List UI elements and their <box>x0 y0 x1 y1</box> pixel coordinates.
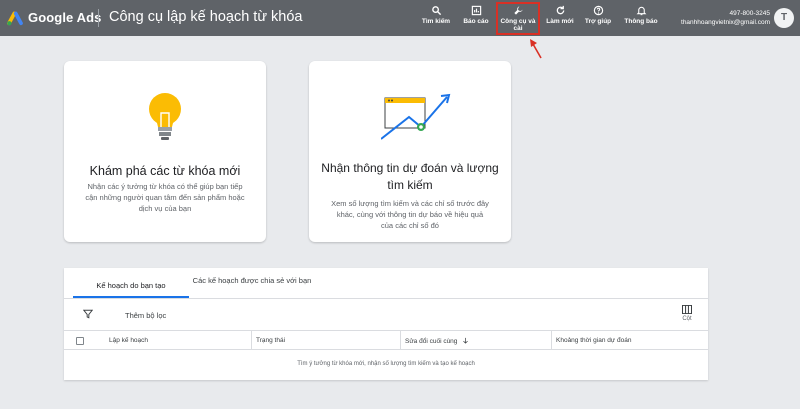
plans-panel: Kế hoạch do bạn tạo Các kế hoạch được ch… <box>64 268 708 380</box>
column-header-forecast-period[interactable]: Khoảng thời gian dự đoán <box>556 337 631 344</box>
columns-button[interactable]: Cột <box>681 304 693 322</box>
reports-icon <box>471 5 481 16</box>
forecast-volume-description: Xem số lượng tìm kiếm và các chỉ số trướ… <box>331 199 489 230</box>
account-info[interactable]: 497-800-3245 thanhhoangvietnix@gmail.com <box>681 9 770 27</box>
tab-my-plans[interactable]: Kế hoạch do bạn tạo <box>73 268 189 298</box>
table-header-row: Lập kế hoạch Trạng thái Sửa đổi cuối cùn… <box>64 330 708 350</box>
select-all-checkbox[interactable] <box>76 337 84 345</box>
filter-icon[interactable] <box>83 309 93 319</box>
column-separator <box>551 331 552 350</box>
help-icon <box>593 5 603 16</box>
avatar[interactable]: T <box>774 8 794 28</box>
google-ads-logo-icon[interactable] <box>6 9 24 27</box>
column-separator <box>251 331 252 350</box>
help-label: Trợ giúp <box>584 18 612 25</box>
tools-settings-label: Công cụ và cài <box>500 18 536 32</box>
wrench-icon <box>513 6 523 15</box>
columns-icon <box>681 304 693 315</box>
top-bar: Google Ads Công cụ lập kế hoạch từ khóa … <box>0 0 800 36</box>
refresh-icon <box>556 5 564 15</box>
discover-keywords-card[interactable]: Khám phá các từ khóa mới Nhận các ý tưởn… <box>64 61 266 242</box>
discover-keywords-title: Khám phá các từ khóa mới <box>89 164 241 178</box>
annotation-arrow-icon <box>530 39 542 59</box>
last-modified-label: Sửa đổi cuối cùng <box>405 338 458 345</box>
brand-name: Google Ads <box>28 10 102 25</box>
column-header-last-modified[interactable]: Sửa đổi cuối cùng <box>405 337 469 345</box>
column-header-plan[interactable]: Lập kế hoạch <box>109 337 148 344</box>
tab-shared-plans[interactable]: Các kế hoạch được chia sẻ với bạn <box>192 268 312 286</box>
discover-keywords-description: Nhận các ý tưởng từ khóa có thể giúp bạn… <box>85 182 245 213</box>
forecast-volume-card[interactable]: Nhận thông tin dự đoán và lượng tìm kiếm… <box>309 61 511 242</box>
reports-button[interactable]: Báo cáo <box>454 4 498 34</box>
help-button[interactable]: Trợ giúp <box>576 4 620 34</box>
search-icon <box>431 6 441 16</box>
notifications-button[interactable]: Thông báo <box>619 4 663 34</box>
refresh-label: Làm mới <box>546 18 574 25</box>
forecast-volume-title: Nhận thông tin dự đoán và lượng tìm kiếm <box>321 161 499 192</box>
account-phone: 497-800-3245 <box>729 10 770 17</box>
bell-icon <box>636 6 646 16</box>
tools-settings-button[interactable]: Công cụ và cài <box>496 2 540 35</box>
page-title: Công cụ lập kế hoạch từ khóa <box>109 9 303 25</box>
column-separator <box>400 331 401 350</box>
tab-divider <box>64 298 708 299</box>
column-header-status[interactable]: Trạng thái <box>256 337 285 344</box>
add-filter-button[interactable]: Thêm bộ lọc <box>125 311 166 320</box>
account-email: thanhhoangvietnix@gmail.com <box>681 19 770 26</box>
header-divider <box>98 9 99 27</box>
search-button[interactable]: Tìm kiếm <box>414 4 458 34</box>
trend-chart-icon <box>381 93 451 140</box>
search-label: Tìm kiếm <box>421 18 451 25</box>
empty-state-message: Tìm ý tưởng từ khóa mới, nhận số lượng t… <box>297 361 475 367</box>
notifications-label: Thông báo <box>624 18 658 25</box>
sort-down-icon <box>463 337 469 344</box>
columns-label: Cột <box>682 316 692 322</box>
lightbulb-icon <box>149 93 181 140</box>
reports-label: Báo cáo <box>463 18 489 25</box>
